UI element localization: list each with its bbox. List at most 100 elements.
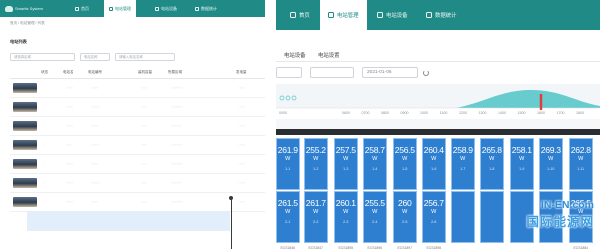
panel-tile[interactable] bbox=[451, 191, 475, 243]
table-cell: ····· bbox=[141, 200, 147, 204]
panel-tile[interactable]: 262.8W1-11ECS1880 bbox=[569, 138, 593, 197]
panel-tile[interactable]: 257.5W1-3ECS1890 bbox=[334, 138, 358, 197]
panel-tile[interactable]: 261.5 W 2-1 ECS1846 bbox=[276, 191, 300, 249]
highlight-area bbox=[27, 211, 230, 231]
panel-power-unit: W bbox=[343, 156, 349, 162]
sub-tabs: 电站设备 电站设置 bbox=[276, 40, 600, 62]
panel-tile[interactable]: 265.8W1-8ECS1853 bbox=[480, 138, 504, 197]
separator-bar bbox=[276, 129, 600, 135]
panel-tile[interactable]: 256.5W1-5ECS1892 bbox=[393, 138, 417, 197]
device-icon bbox=[377, 12, 383, 18]
table-row[interactable]: · ······ ······ ····· ········· ····· bbox=[10, 117, 265, 136]
panel-power-unit: W bbox=[285, 156, 291, 162]
table-cell: ······ bbox=[66, 124, 73, 128]
panel-tile[interactable]: 255.2W1-2ECS1843 bbox=[304, 138, 328, 197]
panel-tile[interactable]: 258.1W1-9ECS1872 bbox=[510, 138, 534, 197]
table-cell: ····· bbox=[141, 124, 147, 128]
panel-position-label: 1-7 bbox=[460, 167, 466, 171]
table-row[interactable]: ································· bbox=[10, 79, 265, 98]
table-row[interactable]: ································· bbox=[10, 193, 265, 212]
panel-tile[interactable]: 269.3W1-10ECS1876 bbox=[539, 138, 563, 197]
table-body: · ······ ······ ····· ·········· ····· · ······… bbox=[10, 79, 265, 212]
panel-power-value: 269.3 bbox=[540, 145, 561, 155]
search-field-select[interactable]: 电站名称 bbox=[80, 53, 110, 61]
nav-item-station-management[interactable]: 电站管理 bbox=[104, 0, 136, 17]
timeline-tick-label: 1800 bbox=[576, 111, 584, 115]
panel-position-label: 2-4 bbox=[372, 220, 378, 224]
type-select[interactable] bbox=[310, 67, 354, 78]
nav-label: 数据统计 bbox=[201, 5, 217, 11]
table-cell: ······ bbox=[91, 124, 98, 128]
panel-position-label: 1-5 bbox=[402, 167, 408, 171]
cloud-logo-icon bbox=[5, 5, 13, 12]
timeline-chart: 0000 0600 0700 0800 0900 1000 1100 1200 1300 1400… bbox=[276, 84, 600, 119]
table-cell: · bbox=[44, 86, 46, 90]
panel-power-value: 260 bbox=[398, 198, 412, 208]
panel-power-value: 260.1 bbox=[335, 198, 356, 208]
station-thumbnail bbox=[13, 159, 37, 169]
panel-position-label: 1-11 bbox=[577, 167, 585, 171]
nav-item-statistics[interactable]: 数据统计 bbox=[418, 0, 465, 30]
nav-item-station-devices[interactable]: 电站设备 bbox=[150, 0, 182, 17]
nav-item-statistics[interactable]: 数据统计 bbox=[190, 0, 222, 17]
nav-item-home[interactable]: 首页 bbox=[282, 0, 318, 30]
watermark: IN-EN.com 国际能源网 bbox=[526, 199, 594, 230]
timeline-tick-label: 0600 bbox=[342, 111, 350, 115]
table-cell: ····· bbox=[141, 86, 147, 90]
panel-tile[interactable]: 256.7 W 2-6 ECS1898 bbox=[422, 191, 446, 249]
table-cell: ······ bbox=[66, 86, 73, 90]
table-row[interactable]: ································· bbox=[10, 136, 265, 155]
date-picker[interactable]: 2021-01-06 bbox=[362, 67, 418, 78]
panel-power-unit: W bbox=[548, 156, 554, 162]
panel-tile[interactable]: 260 W 2-5 ECS1897 bbox=[393, 191, 417, 249]
table-cell: ······ bbox=[91, 200, 98, 204]
table-row[interactable]: ································· bbox=[10, 174, 265, 193]
panel-position-label: 1-9 bbox=[519, 167, 525, 171]
search-input[interactable]: 请输入电站名称 bbox=[115, 53, 175, 61]
nav-label: 首页 bbox=[81, 5, 89, 11]
table-row[interactable]: ································· bbox=[10, 155, 265, 174]
region-select[interactable]: 请选择区域 bbox=[10, 53, 75, 61]
panel-position-label: 1-10 bbox=[547, 167, 555, 171]
panel-position-label: 1-6 bbox=[431, 167, 437, 171]
panel-tile[interactable]: 260.4W1-6ECS1859 bbox=[422, 138, 446, 197]
table-cell: ····· bbox=[239, 105, 245, 109]
tab-station-devices[interactable]: 电站设备 bbox=[284, 51, 306, 59]
panel-power-value: 265.8 bbox=[481, 145, 502, 155]
table-cell: ······· bbox=[91, 143, 100, 147]
table-row[interactable]: · ······ ······· ····· ·········· ····· bbox=[10, 98, 265, 117]
nav-item-home[interactable]: 首页 bbox=[70, 0, 94, 17]
nav-label: 电站设备 bbox=[161, 5, 177, 11]
panel-tile[interactable] bbox=[480, 191, 504, 243]
table-cell: ······· bbox=[91, 181, 100, 185]
tab-station-settings[interactable]: 电站设置 bbox=[318, 51, 340, 59]
panel-tile[interactable]: 258.7W1-4ECS1891 bbox=[363, 138, 387, 197]
power-timeline[interactable]: 0000 0600 0700 0800 0900 1000 1100 1200 1300 1400… bbox=[276, 84, 600, 119]
panel-tile[interactable]: 261.9W1-1ECS1842 bbox=[276, 138, 300, 197]
panel-tile[interactable]: 260.1 W 2-3 ECS1895 bbox=[334, 191, 358, 249]
table-cell: ····· bbox=[239, 200, 245, 204]
panel-position-label: 2-1 bbox=[285, 220, 291, 224]
panel-power-unit: W bbox=[489, 156, 495, 162]
table-cell: ······ bbox=[91, 86, 98, 90]
panel-power-unit: W bbox=[460, 156, 466, 162]
panel-tile[interactable]: 261.7 W 2-2 ECS1847 bbox=[304, 191, 328, 249]
panel-tile[interactable]: 258.9W1-7ECS1864 bbox=[451, 138, 475, 197]
station-thumbnail bbox=[13, 140, 37, 150]
nav-item-station-devices[interactable]: 电站设备 bbox=[369, 0, 416, 30]
station-select[interactable] bbox=[276, 67, 302, 78]
timeline-tick-label: 0900 bbox=[401, 111, 409, 115]
nav-label: 电站管理 bbox=[337, 13, 359, 19]
nav-label: 首页 bbox=[299, 13, 310, 19]
nav-item-station-management[interactable]: 电站管理 bbox=[320, 0, 367, 30]
station-list-screenshot: Smartis System 首页 电站管理 电站设备 数据统计 首页 / 电站… bbox=[0, 0, 265, 249]
refresh-icon[interactable] bbox=[423, 70, 429, 76]
timeline-tick-label: 1000 bbox=[420, 111, 428, 115]
panel-power-unit: W bbox=[431, 156, 437, 162]
panel-power-value: 256.7 bbox=[423, 198, 444, 208]
table-header: 状态 电站名 电站编号 装机容量 所属区域 发电量 bbox=[10, 67, 265, 79]
panel-tile[interactable]: 255.5 W 2-4 ECS1896 bbox=[363, 191, 387, 249]
panel-position-label: 1-2 bbox=[313, 167, 319, 171]
panel-power-unit: W bbox=[343, 209, 349, 215]
column-header: 发电量 bbox=[236, 70, 247, 74]
